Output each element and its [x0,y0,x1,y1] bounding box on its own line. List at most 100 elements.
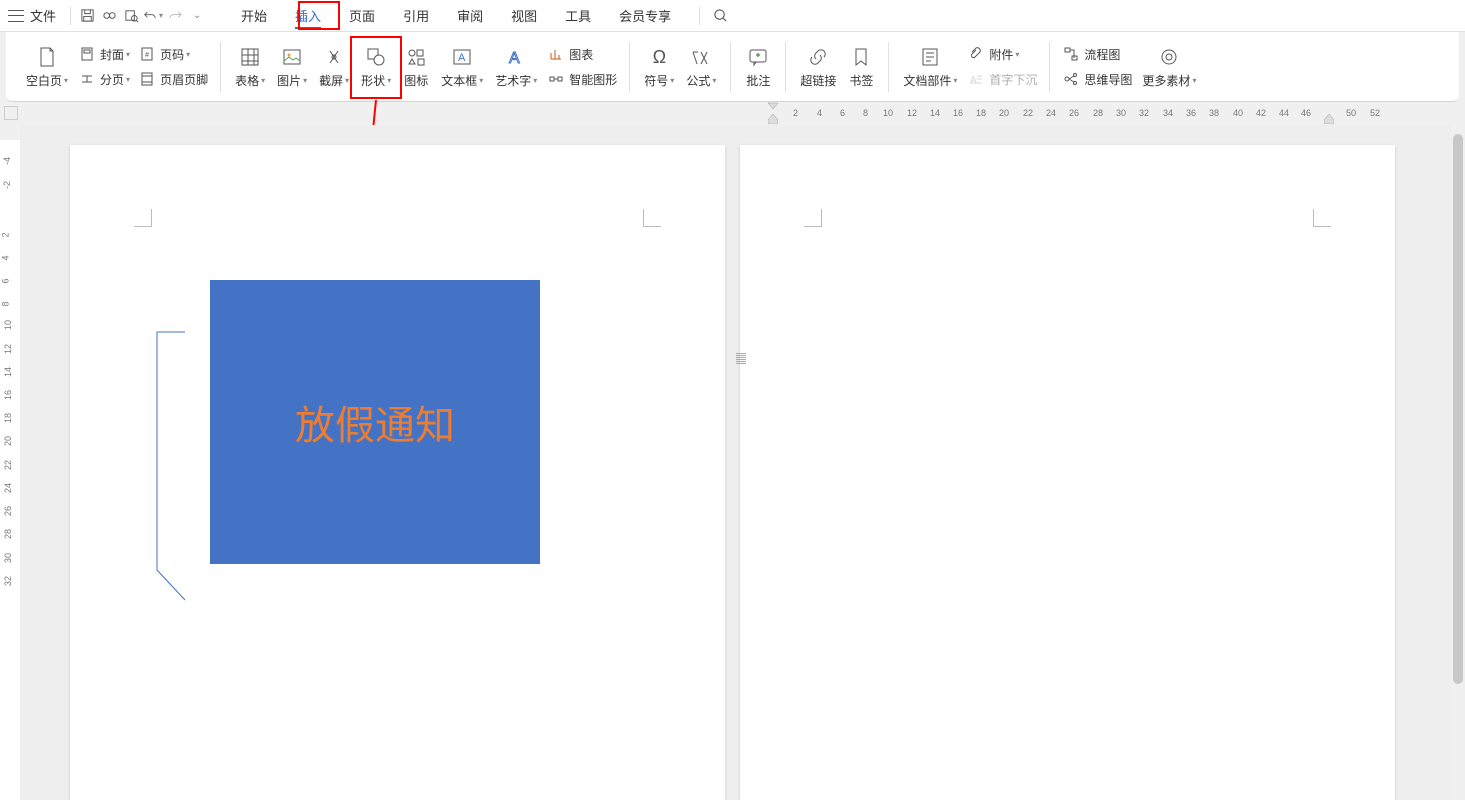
flowchart-button[interactable]: 流程图 [1058,44,1136,65]
doc-parts-icon [920,44,940,70]
tab-member[interactable]: 会员专享 [605,0,685,31]
flowchart-icon [1062,47,1080,61]
file-menu[interactable]: 文件 [30,6,56,25]
margin-mark [643,209,661,227]
equation-button[interactable]: 公式▾ [680,42,722,91]
picture-button[interactable]: 图片▾ [271,42,313,91]
tab-review[interactable]: 审阅 [443,0,497,31]
bookmark-icon [851,44,871,70]
rectangle-shape[interactable]: 放假通知 [210,280,540,564]
margin-mark [804,209,822,227]
hamburger-icon[interactable] [8,10,24,22]
ruler-indent-marker[interactable] [1324,114,1334,124]
blank-page-button[interactable]: 空白页▾ [20,42,74,91]
search-icon[interactable] [710,6,730,26]
margin-mark [1313,209,1331,227]
table-button[interactable]: 表格▾ [229,42,271,91]
ruler-corner [4,106,18,120]
table-icon [240,44,260,70]
page-split-handle[interactable] [736,353,746,367]
smartart-button[interactable]: 智能图形 [543,69,621,90]
page-number-button[interactable]: #页码▾ [134,44,212,65]
svg-text:A: A [509,50,520,67]
bookmark-button[interactable]: 书签 [842,42,880,91]
tab-view[interactable]: 视图 [497,0,551,31]
page-number-icon: # [138,47,156,61]
hyperlink-button[interactable]: 超链接 [794,42,842,91]
tab-reference[interactable]: 引用 [389,0,443,31]
margin-mark [134,209,152,227]
cover-button[interactable]: 封面▾ [74,44,134,65]
tab-page[interactable]: 页面 [335,0,389,31]
page-2[interactable] [740,145,1395,800]
hyperlink-icon [808,44,828,70]
separator [220,42,221,92]
qat-more-icon[interactable]: ⌄ [187,6,207,26]
svg-text:A: A [970,75,977,86]
icon-gallery-icon [406,44,426,70]
doc-parts-button[interactable]: 文档部件▾ [897,42,963,91]
more-assets-icon [1159,44,1179,70]
mindmap-icon [1062,72,1080,86]
scrollbar-thumb[interactable] [1453,134,1463,684]
separator [888,42,889,92]
textbox-button[interactable]: A 文本框▾ [435,42,489,91]
section-button[interactable]: 分页▾ [74,69,134,90]
menubar-left: 文件 ▾ ⌄ [8,6,207,26]
svg-text:A: A [458,52,466,64]
wordart-icon: A [506,44,526,70]
screenshot-button[interactable]: 截屏▾ [313,42,355,91]
tab-tools[interactable]: 工具 [551,0,605,31]
mindmap-button[interactable]: 思维导图 [1058,69,1136,90]
screenshot-icon [324,44,344,70]
line-shape[interactable] [155,330,195,610]
separator [1049,42,1050,92]
preview-icon[interactable] [121,6,141,26]
textbox-icon: A [452,44,472,70]
chart-button[interactable]: 图表 [543,44,621,65]
cover-icon [78,47,96,61]
picture-icon [282,44,302,70]
blank-page-icon [37,44,57,70]
smartart-icon [547,72,565,86]
page-1[interactable]: 放假通知 [70,145,725,800]
tab-insert[interactable]: 插入 [281,0,335,31]
shape-button[interactable]: 形状▾ [355,42,397,91]
document-area[interactable]: 放假通知 [20,125,1451,800]
menubar: 文件 ▾ ⌄ 开始 插入 页面 引用 审阅 视图 工具 会员专享 [0,0,1465,32]
tab-start[interactable]: 开始 [227,0,281,31]
drop-cap-icon: A [967,72,985,86]
separator [699,7,700,25]
ruler-indent-marker[interactable] [768,101,778,109]
svg-text:#: # [145,52,149,59]
tabs: 开始 插入 页面 引用 审阅 视图 工具 会员专享 [227,0,685,31]
comment-icon [748,44,768,70]
chart-icon [547,47,565,61]
icon-button[interactable]: 图标 [397,42,435,91]
wordart-button[interactable]: A 艺术字▾ [489,42,543,91]
symbol-button[interactable]: Ω 符号▾ [638,42,680,91]
redo-icon[interactable] [165,6,185,26]
attachment-button[interactable]: 附件▾ [963,44,1041,65]
undo-icon[interactable]: ▾ [143,6,163,26]
ruler-indent-marker[interactable] [768,114,778,124]
attachment-icon [967,47,985,61]
print-icon[interactable] [99,6,119,26]
horizontal-ruler: 2 4 6 8 10 12 14 16 18 20 22 24 26 28 30… [740,104,1445,122]
drop-cap-button[interactable]: A首字下沉 [963,69,1041,90]
comment-button[interactable]: 批注 [739,42,777,91]
header-footer-button[interactable]: 页眉页脚 [134,69,212,90]
header-footer-icon [138,72,156,86]
equation-icon [690,44,712,70]
ribbon: 空白页▾ 封面▾ 分页▾ #页码▾ 页眉页脚 表格▾ 图片▾ 截屏▾ 形状▾ [6,32,1459,102]
symbol-icon: Ω [653,44,666,70]
separator [629,42,630,92]
separator [730,42,731,92]
shape-text: 放假通知 [295,393,455,451]
save-icon[interactable] [77,6,97,26]
separator [70,7,71,25]
section-icon [78,72,96,86]
separator [785,42,786,92]
vertical-scrollbar[interactable] [1451,104,1465,800]
more-assets-button[interactable]: 更多素材▾ [1136,42,1202,91]
